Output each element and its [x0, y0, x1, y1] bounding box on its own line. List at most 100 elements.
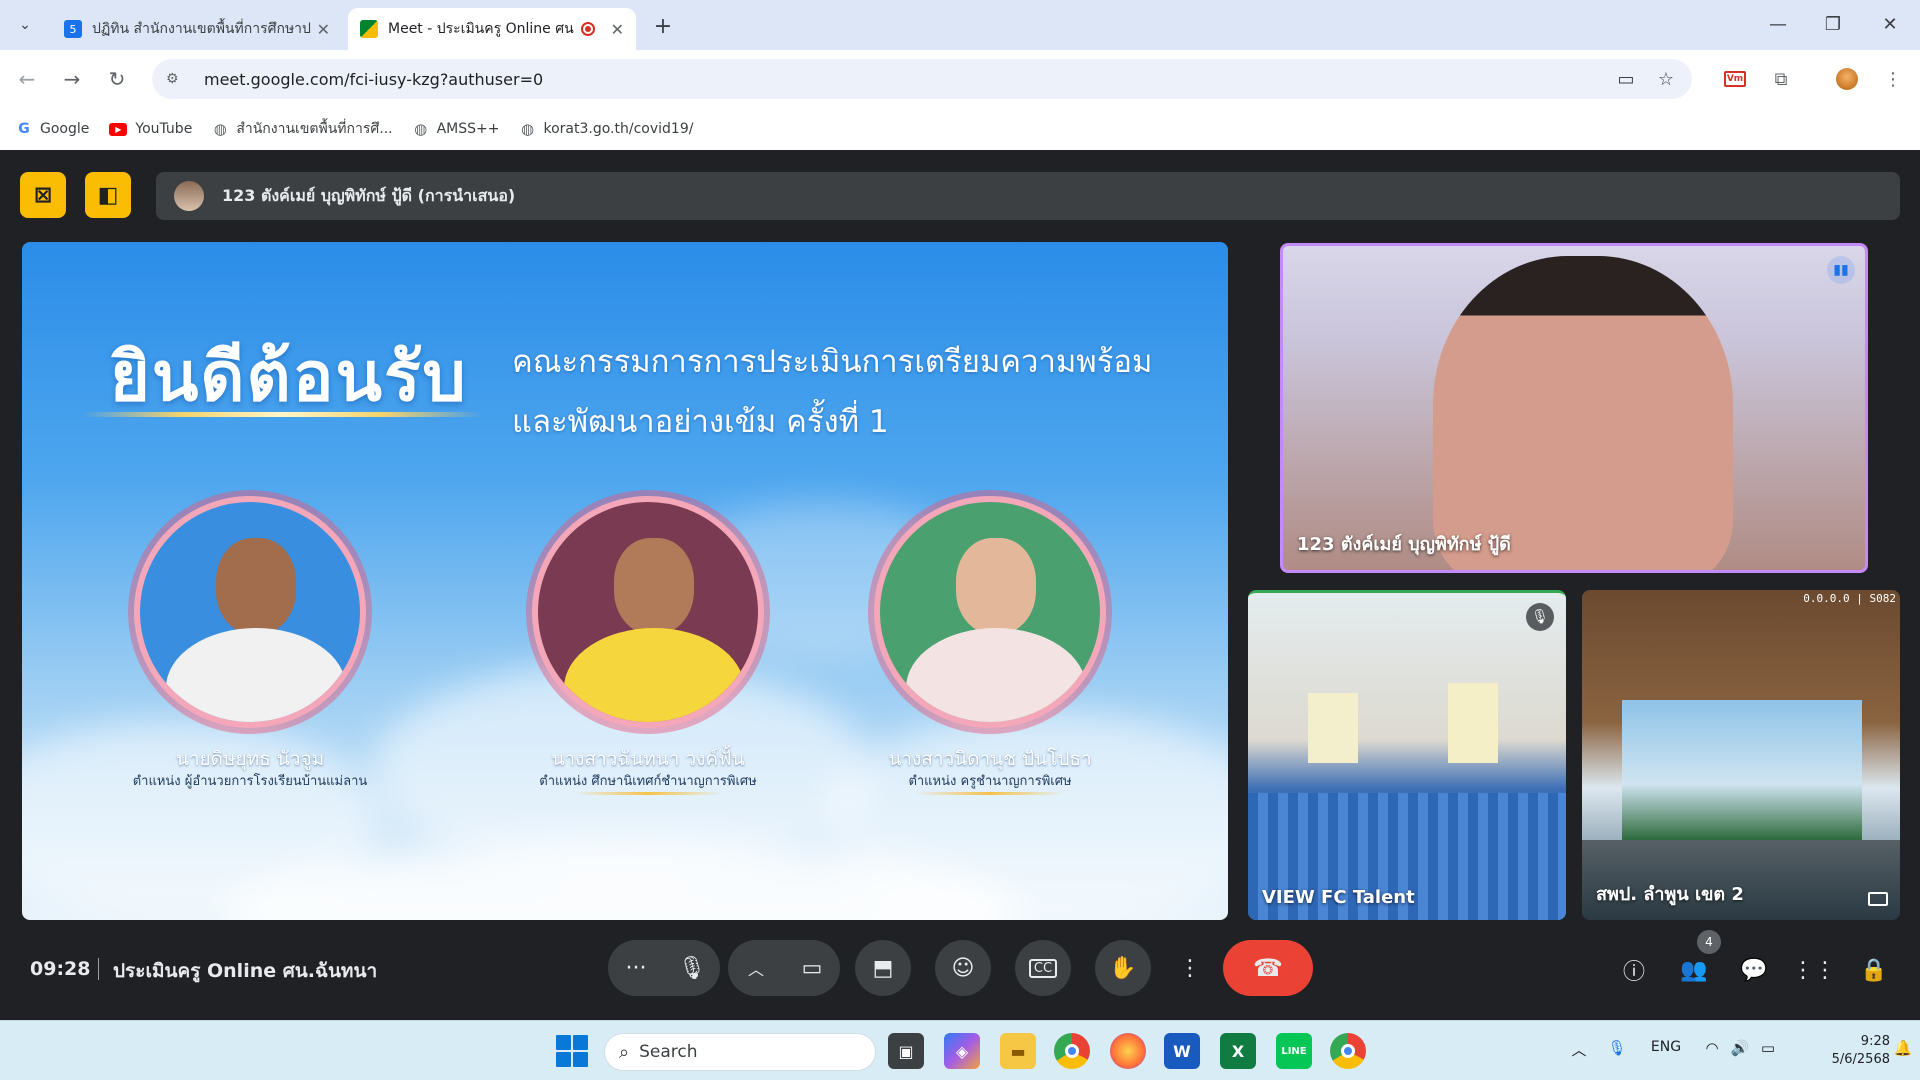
host-controls-button[interactable]: 🔒	[1856, 952, 1892, 988]
picture-in-picture-icon	[1868, 892, 1888, 906]
notifications-bell-icon[interactable]: 🔔	[1892, 1039, 1914, 1057]
close-icon[interactable]: ✕	[611, 20, 624, 39]
input-language[interactable]: ENG	[1646, 1039, 1686, 1055]
chevron-up-icon[interactable]: ︿	[728, 956, 784, 980]
globe-icon: ◍	[213, 120, 227, 138]
reload-button[interactable]: ↻	[100, 62, 134, 96]
bookmark-amss[interactable]: ◍ AMSS++	[413, 120, 499, 138]
mic-button[interactable]: 🎙	[664, 956, 720, 981]
globe-icon: ◍	[414, 120, 428, 138]
wifi-icon[interactable]: ◠	[1700, 1039, 1724, 1057]
decorative-underline	[573, 792, 723, 795]
copilot-icon[interactable]: ◈	[944, 1033, 980, 1069]
bookmark-youtube[interactable]: ▶ YouTube	[109, 121, 192, 137]
volume-icon[interactable]: 🔊	[1728, 1039, 1752, 1057]
participant-tile-presenter[interactable]: ▮▮ 123 ตังค์เมย์ บุญพิทักษ์ ปู้ดี	[1280, 243, 1868, 573]
layout-sidebar-button[interactable]: ◧	[85, 172, 131, 218]
new-tab-button[interactable]: +	[648, 12, 678, 40]
more-options-button[interactable]: ⋮	[1170, 940, 1210, 996]
person-position-2: ตำแหน่ง ศึกษานิเทศก์ชำนาญการพิเศษ	[539, 774, 757, 789]
present-screen-button[interactable]: ⬒	[855, 940, 911, 996]
more-audio-options-button[interactable]: ···	[608, 956, 664, 981]
reload-icon: ↻	[108, 67, 126, 91]
layout-pin-button[interactable]: ⊠	[20, 172, 66, 218]
more-vertical-icon: ⋮	[1179, 955, 1201, 981]
presenter-title: 123 ตังค์เมย์ บุญพิทักษ์ ปู้ดี (การนำเสน…	[222, 185, 516, 205]
search-placeholder: Search	[639, 1042, 698, 1062]
taskbar-date: 5/6/2568	[1831, 1052, 1890, 1067]
youtube-icon: ▶	[109, 122, 128, 136]
bookmark-star-icon[interactable]: ☆	[1652, 67, 1680, 91]
close-window-button[interactable]: ✕	[1870, 8, 1910, 40]
windows-start-button[interactable]	[556, 1035, 588, 1067]
site-settings-icon[interactable]: ⚙	[166, 71, 190, 87]
slide-subtitle-1: คณะกรรมการการประเมินการเตรียมความพร้อม	[512, 344, 1153, 380]
decorative-underline	[915, 792, 1065, 795]
tab-search-button[interactable]: ⌄	[8, 10, 42, 40]
chevron-down-icon: ⌄	[19, 17, 31, 33]
task-view-icon[interactable]: ▣	[888, 1033, 924, 1069]
show-hidden-icons-chevron-up-icon[interactable]: ︿	[1568, 1039, 1590, 1060]
participant-name: สพป. ลำพูน เขต 2	[1596, 884, 1744, 905]
forward-button[interactable]: →	[55, 62, 89, 96]
google-icon: G	[18, 121, 30, 137]
bookmark-office[interactable]: ◍ สำนักงานเขตพื้นที่การศึ...	[212, 118, 393, 140]
people-button[interactable]: 👥	[1676, 952, 1712, 988]
windows-taskbar: ⌕ Search ▣ ◈ ▬ W X LINE ︿ 🎙 ENG ◠ 🔊 ▭ 9:…	[0, 1020, 1920, 1080]
profile-avatar[interactable]	[1832, 64, 1862, 94]
tab-meet[interactable]: Meet - ประเมินครู Online ศน.ฉ ✕	[348, 8, 636, 50]
address-bar[interactable]: ⚙ meet.google.com/fci-iusy-kzg?authuser=…	[152, 59, 1692, 99]
person-position-1: ตำแหน่ง ผู้อำนวยการโรงเรียนบ้านแม่ลาน	[132, 774, 368, 789]
taskbar-search-box[interactable]: ⌕ Search	[604, 1033, 876, 1071]
back-button[interactable]: ←	[10, 62, 44, 96]
decorative-divider	[82, 412, 482, 417]
captions-button[interactable]: CC	[1015, 940, 1071, 996]
activities-button[interactable]: ⋮⋮	[1792, 952, 1836, 988]
calendar-favicon-icon: 5	[64, 20, 82, 38]
browser-toolbar: ← → ↻ ⚙ meet.google.com/fci-iusy-kzg?aut…	[0, 50, 1920, 108]
excel-icon[interactable]: X	[1220, 1033, 1256, 1069]
arrow-left-icon: ←	[18, 67, 36, 91]
bookmark-korat[interactable]: ◍ korat3.go.th/covid19/	[520, 120, 694, 138]
camera-in-use-icon[interactable]: ▭	[1612, 67, 1640, 91]
portrait-photo-1	[134, 496, 366, 728]
microphone-in-use-icon[interactable]: 🎙	[1606, 1039, 1628, 1057]
camera-button[interactable]: ▭	[784, 956, 840, 981]
bookmarks-bar: G Google ▶ YouTube ◍ สำนักงานเขตพื้นที่ก…	[0, 108, 1920, 150]
leave-call-button[interactable]: ☎	[1223, 940, 1313, 996]
minimize-button[interactable]: —	[1758, 8, 1798, 40]
extensions-puzzle-icon[interactable]: ⧉	[1766, 64, 1796, 94]
emoji-icon: ☺	[951, 955, 975, 981]
meet-area: ⊠ ◧ 123 ตังค์เมย์ บุญพิทักษ์ ปู้ดี (การน…	[0, 150, 1920, 1020]
bookmark-google[interactable]: G Google	[16, 121, 89, 137]
chrome-menu-icon[interactable]: ⋮	[1878, 64, 1908, 94]
file-explorer-icon[interactable]: ▬	[1000, 1033, 1036, 1069]
lock-person-icon: 🔒	[1860, 957, 1888, 983]
meeting-info-button[interactable]: ⓘ	[1616, 952, 1652, 988]
participant-tile-district[interactable]: 0.0.0.0 | S082 สพป. ลำพูน เขต 2	[1582, 590, 1900, 920]
bookmark-label: สำนักงานเขตพื้นที่การศึ...	[236, 121, 393, 137]
portrait-photo-3	[874, 496, 1106, 728]
present-icon: ⬒	[872, 955, 894, 981]
tab-title: ปฏิทิน สำนักงานเขตพื้นที่การศึกษาป	[92, 21, 311, 37]
restore-button[interactable]: ❐	[1813, 8, 1853, 40]
battery-icon[interactable]: ▭	[1756, 1039, 1780, 1057]
close-icon[interactable]: ✕	[317, 20, 330, 39]
chrome-icon[interactable]	[1054, 1033, 1090, 1069]
tab-strip: ⌄ 5 ปฏิทิน สำนักงานเขตพื้นที่การศึกษาป ✕…	[0, 0, 1920, 50]
arrow-right-icon: →	[63, 67, 81, 91]
firefox-icon[interactable]	[1110, 1033, 1146, 1069]
reactions-button[interactable]: ☺	[935, 940, 991, 996]
participant-tile-view-fc-talent[interactable]: 🎙 VIEW FC Talent	[1248, 590, 1566, 920]
chat-button[interactable]: 💬	[1736, 952, 1772, 988]
taskbar-clock[interactable]: 9:28 5/6/2568	[1822, 1033, 1890, 1069]
word-icon[interactable]: W	[1164, 1033, 1200, 1069]
chrome-active-icon[interactable]	[1330, 1033, 1366, 1069]
tab-calendar[interactable]: 5 ปฏิทิน สำนักงานเขตพื้นที่การศึกษาป ✕	[52, 8, 342, 50]
extension-vm-icon[interactable]: Vm	[1720, 64, 1750, 94]
meeting-name: ประเมินครู Online ศน.ฉันทนา	[113, 960, 378, 982]
bookmark-label: Google	[40, 121, 90, 137]
recording-icon	[580, 22, 595, 36]
raise-hand-button[interactable]: ✋	[1095, 940, 1151, 996]
line-app-icon[interactable]: LINE	[1276, 1033, 1312, 1069]
